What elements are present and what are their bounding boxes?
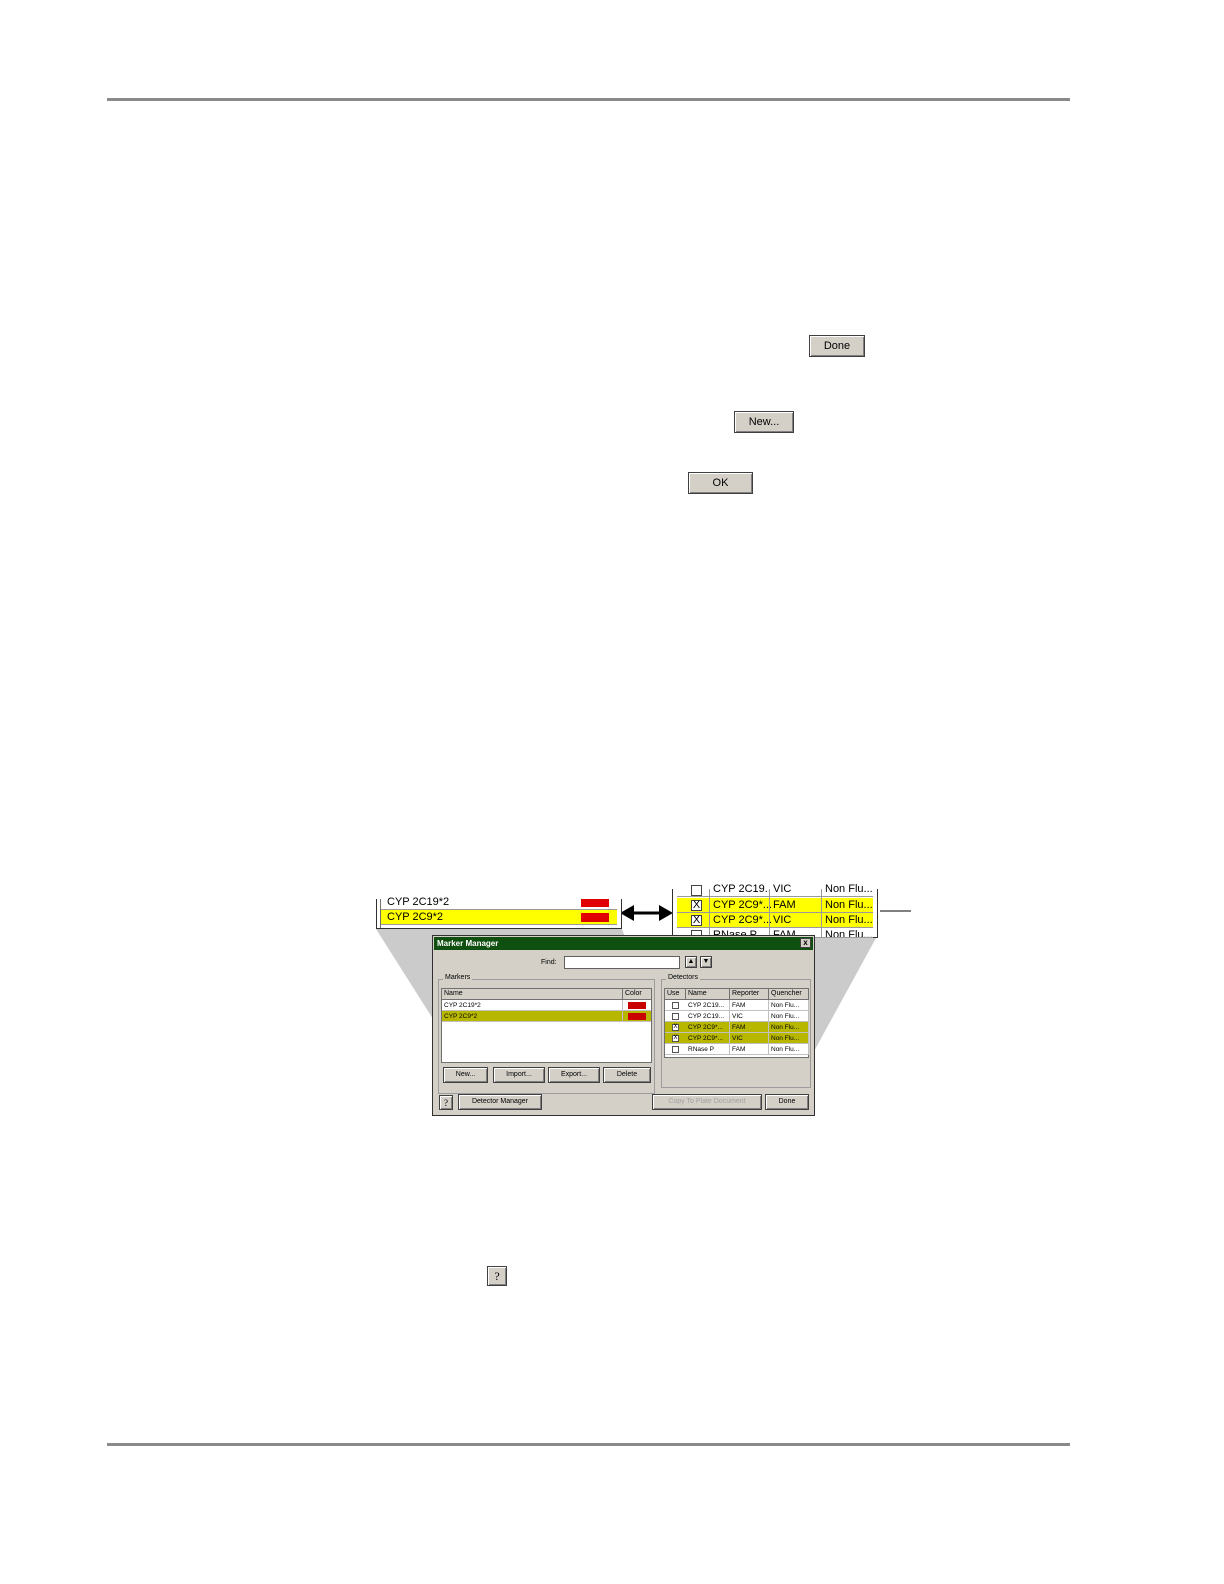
detector-quencher: Non Flu...	[769, 1022, 809, 1033]
detectors-group-label: Detectors	[666, 974, 700, 981]
table-row[interactable]: CYP 2C9*2	[442, 1011, 651, 1022]
detector-quencher: Non Flu...	[769, 1011, 809, 1022]
markers-group-label: Markers	[443, 974, 473, 981]
arrow-up-icon: ▲	[687, 958, 695, 965]
detectors-zoom-quencher: Non Flu...	[825, 914, 873, 926]
detectors-zoom-reporter: VIC	[773, 914, 792, 926]
detector-quencher: Non Flu...	[769, 1044, 809, 1055]
detector-use-checkbox[interactable]	[672, 1046, 679, 1053]
marker-import-button[interactable]: Import...	[493, 1067, 545, 1083]
marker-new-button[interactable]: New...	[443, 1067, 488, 1083]
detector-reporter: VIC	[730, 1011, 769, 1022]
marker-name: CYP 2C19*2	[442, 1000, 623, 1011]
detectors-zoom-quencher: Non Flu...	[825, 899, 873, 911]
detectors-zoom-row-2: X CYP 2C9*... FAM Non Flu...	[677, 898, 873, 913]
detectors-zoom-name: CYP 2C9*...	[713, 899, 771, 911]
close-icon[interactable]: x	[800, 938, 811, 948]
detector-reporter: VIC	[730, 1033, 769, 1044]
find-down-button[interactable]: ▼	[700, 956, 712, 968]
dialog-titlebar: Marker Manager x	[434, 937, 813, 950]
detectors-zoom-quencher: Non Flu...	[825, 883, 873, 895]
detector-quencher: Non Flu...	[769, 1000, 809, 1011]
markers-zoom-left-edge	[377, 899, 381, 928]
detectors-zoom-use-checkbox[interactable]: X	[691, 900, 702, 911]
detectors-zoom-use-checkbox[interactable]: X	[691, 915, 702, 926]
detector-name: CYP 2C9*...	[686, 1022, 730, 1033]
detectors-header-name[interactable]: Name	[686, 989, 730, 1000]
find-input[interactable]	[564, 956, 680, 969]
detectors-zoom-use-checkbox[interactable]	[691, 885, 702, 896]
detectors-table: Use Name Reporter Quencher CYP 2C19... F…	[664, 988, 809, 1058]
marker-color-swatch	[628, 1013, 646, 1020]
find-up-button[interactable]: ▲	[685, 956, 697, 968]
markers-header-name[interactable]: Name	[442, 989, 623, 1000]
marker-color-swatch	[628, 1002, 646, 1009]
markers-zoom-name: CYP 2C19*2	[387, 896, 450, 908]
table-row[interactable]: CYP 2C19... FAM Non Flu...	[665, 1000, 809, 1011]
detector-use-checkbox[interactable]: X	[672, 1035, 679, 1042]
detector-quencher: Non Flu...	[769, 1033, 809, 1044]
detectors-zoom-col-divider	[709, 889, 710, 937]
detector-reporter: FAM	[730, 1044, 769, 1055]
markers-zoom-row-1: CYP 2C19*2	[381, 895, 617, 910]
detectors-zoom-col-divider	[821, 889, 822, 937]
dialog-done-button[interactable]: Done	[765, 1094, 809, 1110]
detector-name: CYP 2C9*...	[686, 1033, 730, 1044]
detectors-zoom-row-1: CYP 2C19... VIC Non Flu...	[677, 882, 873, 897]
table-row[interactable]: CYP 2C19*2	[442, 1000, 651, 1011]
detectors-header-reporter[interactable]: Reporter	[730, 989, 769, 1000]
detectors-zoom-name: CYP 2C9*...	[713, 914, 771, 926]
detectors-zoom-row-3: X CYP 2C9*... VIC Non Flu...	[677, 913, 873, 928]
find-label: Find:	[541, 959, 557, 966]
dialog-title: Marker Manager	[437, 939, 499, 948]
markers-zoom-name: CYP 2C9*2	[387, 911, 444, 923]
detector-reporter: FAM	[730, 1000, 769, 1011]
markers-zoom-row-2: CYP 2C9*2	[381, 910, 617, 925]
detectors-header-quencher[interactable]: Quencher	[769, 989, 809, 1000]
dialog-help-button[interactable]: ?	[439, 1095, 453, 1110]
detectors-zoom-reporter: VIC	[773, 883, 792, 895]
table-row[interactable]: RNase P FAM Non Flu...	[665, 1044, 809, 1055]
marker-export-button[interactable]: Export...	[548, 1067, 600, 1083]
marker-manager-dialog: Marker Manager x Find: ▲ ▼ Markers Name …	[432, 935, 815, 1116]
detector-use-checkbox[interactable]	[672, 1002, 679, 1009]
detector-use-checkbox[interactable]: X	[672, 1024, 679, 1031]
detectors-zoom-panel: CYP 2C19... VIC Non Flu... X CYP 2C9*...…	[672, 883, 878, 938]
detectors-zoom-col-divider	[769, 889, 770, 937]
marker-delete-button[interactable]: Delete	[603, 1067, 651, 1083]
detector-name: CYP 2C19...	[686, 1000, 730, 1011]
link-arrow-left-head	[620, 905, 634, 921]
detector-reporter: FAM	[730, 1022, 769, 1033]
marker-name: CYP 2C9*2	[442, 1011, 623, 1022]
detector-use-checkbox[interactable]	[672, 1013, 679, 1020]
detectors-zoom-name: CYP 2C19...	[713, 883, 771, 895]
detector-name: RNase P	[686, 1044, 730, 1055]
markers-zoom-swatch	[581, 899, 609, 907]
detector-manager-button[interactable]: Detector Manager	[458, 1094, 542, 1110]
markers-zoom-swatch	[581, 913, 609, 922]
detectors-header-use[interactable]: Use	[665, 989, 686, 1000]
detectors-zoom-reporter: FAM	[773, 899, 796, 911]
table-row[interactable]: X CYP 2C9*... VIC Non Flu...	[665, 1033, 809, 1044]
markers-header-color[interactable]: Color	[623, 989, 652, 1000]
table-row[interactable]: X CYP 2C9*... FAM Non Flu...	[665, 1022, 809, 1033]
table-row[interactable]: CYP 2C19... VIC Non Flu...	[665, 1011, 809, 1022]
detector-name: CYP 2C19...	[686, 1011, 730, 1022]
link-arrow-right-head	[659, 905, 673, 921]
markers-table: Name Color CYP 2C19*2 CYP 2C9*2	[441, 988, 652, 1063]
detectors-zoom-quencher: Non Flu...	[825, 929, 873, 938]
copy-to-plate-document-button[interactable]: Copy To Plate Document	[652, 1094, 762, 1110]
arrow-down-icon: ▼	[702, 958, 710, 965]
callout-graphics	[376, 905, 911, 1055]
markers-zoom-panel: CYP 2C19*2 CYP 2C9*2	[376, 896, 622, 929]
